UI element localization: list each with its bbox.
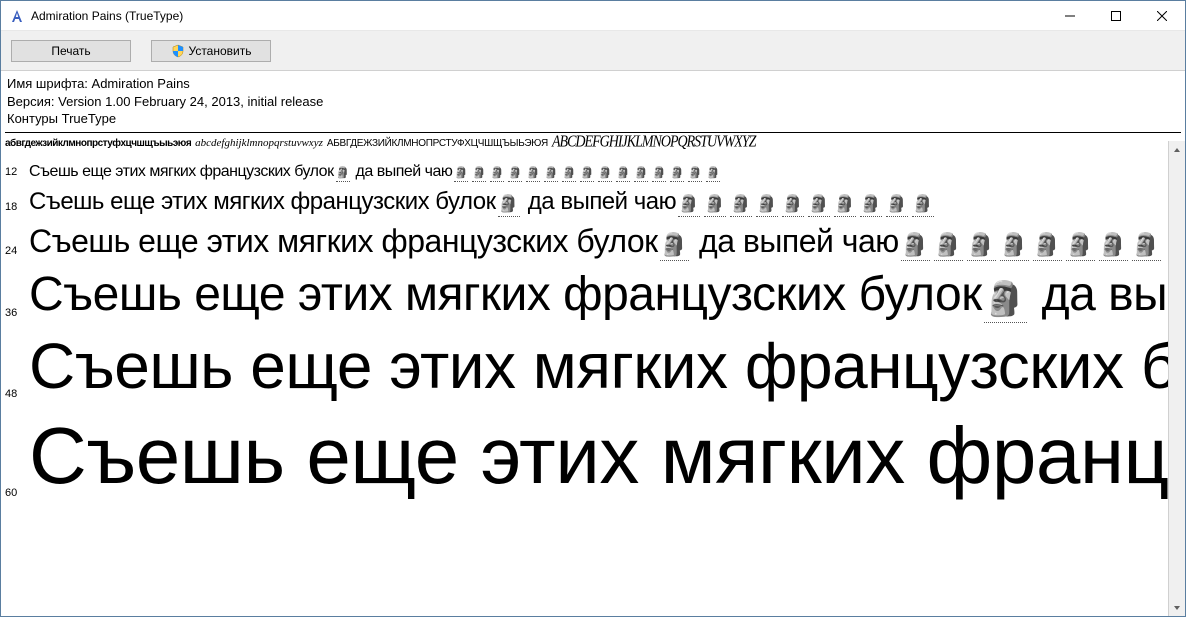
sample-text: Съешь еще этих мягких французских булок … (29, 410, 1181, 503)
decorative-glyph (508, 163, 522, 182)
scroll-track[interactable] (1169, 158, 1185, 599)
minimize-button[interactable] (1047, 1, 1093, 30)
app-icon (9, 8, 25, 24)
scroll-down-arrow[interactable] (1169, 599, 1185, 616)
decorative-glyph (886, 188, 908, 217)
alphabet-uppercase-lat: ABCDEFGHIJKLMNOPQRSTUVWXYZ (552, 133, 755, 152)
decorative-glyph (1033, 223, 1062, 261)
decorative-glyph (526, 163, 540, 182)
decorative-glyph (454, 163, 468, 182)
decorative-glyph (670, 163, 684, 182)
decorative-glyph (336, 163, 350, 182)
alphabet-uppercase-cyr: АБВГДЕЖЗИЙКЛМНОПРСТУФХЦЧШЩЪЫЬЭЮЯ (327, 138, 548, 149)
vertical-scrollbar[interactable] (1168, 141, 1185, 616)
sample-text: Съешь еще этих мягких французских булок … (29, 329, 1181, 404)
sample-row: 60Съешь еще этих мягких французских було… (5, 410, 1181, 503)
alphabet-lowercase-cyr: абвгдежзийклмнопрстуфхцчшщъыьэюя (5, 138, 191, 149)
close-button[interactable] (1139, 1, 1185, 30)
decorative-glyph (1132, 223, 1161, 261)
font-outlines-line: Контуры TrueType (7, 110, 1179, 128)
toolbar: Печать Установить (1, 31, 1185, 71)
sample-size-label: 18 (5, 201, 29, 217)
sample-size-label: 24 (5, 245, 29, 261)
alphabet-row: абвгдежзийклмнопрстуфхцчшщъыьэюя abcdefg… (1, 133, 1185, 163)
install-button[interactable]: Установить (151, 40, 271, 62)
decorative-glyph (706, 163, 720, 182)
sample-row: 36Съешь еще этих мягких французских було… (5, 267, 1181, 323)
sample-text: Съешь еще этих мягких французских булок … (29, 188, 936, 217)
sample-row: 18Съешь еще этих мягких французских було… (5, 188, 1181, 217)
print-button-label: Печать (51, 44, 90, 58)
sample-text: Съешь еще этих мягких французских булок … (29, 223, 1163, 261)
sample-text: Съешь еще этих мягких французских булок … (29, 267, 1181, 323)
font-name-line: Имя шрифта: Admiration Pains (7, 75, 1179, 93)
decorative-glyph (1000, 223, 1029, 261)
install-button-label: Установить (189, 44, 252, 58)
sample-size-label: 48 (5, 388, 29, 404)
decorative-glyph (544, 163, 558, 182)
decorative-glyph (660, 223, 689, 261)
print-button[interactable]: Печать (11, 40, 131, 62)
font-version-line: Версия: Version 1.00 February 24, 2013, … (7, 93, 1179, 111)
decorative-glyph (834, 188, 856, 217)
sample-text: Съешь еще этих мягких французских булок … (29, 163, 722, 182)
sample-row: 48Съешь еще этих мягких французских було… (5, 329, 1181, 404)
decorative-glyph (756, 188, 778, 217)
sample-row: 12Съешь еще этих мягких французских було… (5, 163, 1181, 182)
sample-size-label: 60 (5, 487, 29, 503)
alphabet-lowercase-lat: abcdefghijklmnopqrstuvwxyz (195, 137, 323, 149)
decorative-glyph (498, 188, 520, 217)
decorative-glyph (652, 163, 666, 182)
title-bar: Admiration Pains (TrueType) (1, 1, 1185, 31)
decorative-glyph (580, 163, 594, 182)
decorative-glyph (562, 163, 576, 182)
maximize-button[interactable] (1093, 1, 1139, 30)
sample-row: 24Съешь еще этих мягких французских було… (5, 223, 1181, 261)
window-controls (1047, 1, 1185, 30)
decorative-glyph (912, 188, 934, 217)
decorative-glyph (598, 163, 612, 182)
uac-shield-icon (171, 44, 185, 58)
decorative-glyph (490, 163, 504, 182)
decorative-glyph (860, 188, 882, 217)
decorative-glyph (472, 163, 486, 182)
decorative-glyph (984, 267, 1027, 323)
decorative-glyph (634, 163, 648, 182)
window-title: Admiration Pains (TrueType) (31, 9, 183, 23)
sample-list: 12Съешь еще этих мягких французских було… (1, 163, 1185, 509)
decorative-glyph (730, 188, 752, 217)
decorative-glyph (616, 163, 630, 182)
sample-size-label: 12 (5, 166, 29, 182)
sample-size-label: 36 (5, 307, 29, 323)
decorative-glyph (1066, 223, 1095, 261)
decorative-glyph (808, 188, 830, 217)
font-info: Имя шрифта: Admiration Pains Версия: Ver… (1, 71, 1185, 130)
decorative-glyph (782, 188, 804, 217)
decorative-glyph (678, 188, 700, 217)
decorative-glyph (901, 223, 930, 261)
decorative-glyph (688, 163, 702, 182)
decorative-glyph (704, 188, 726, 217)
decorative-glyph (934, 223, 963, 261)
decorative-glyph (1099, 223, 1128, 261)
decorative-glyph (967, 223, 996, 261)
content-area: Имя шрифта: Admiration Pains Версия: Ver… (1, 71, 1185, 616)
scroll-up-arrow[interactable] (1169, 141, 1185, 158)
